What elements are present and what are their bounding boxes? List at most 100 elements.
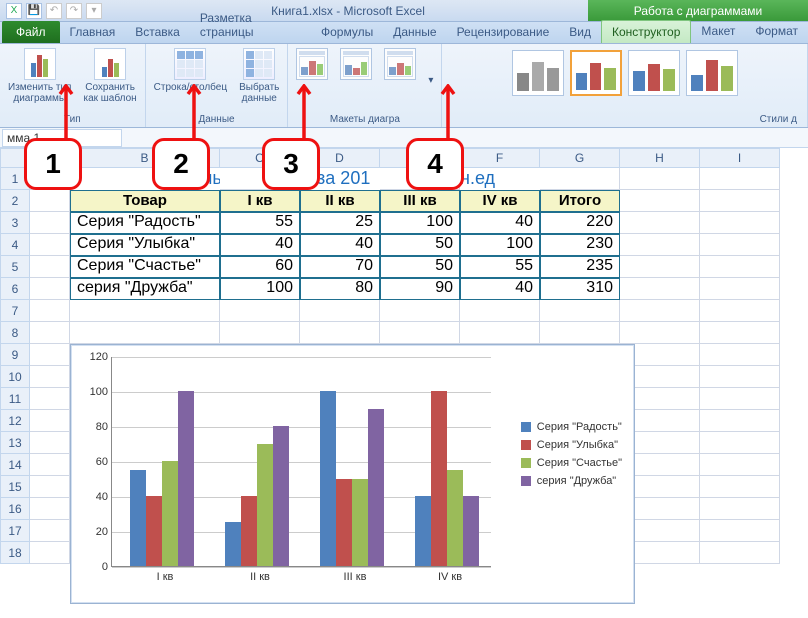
col-header[interactable]: G [540,148,620,168]
cell[interactable] [540,168,620,190]
cell[interactable]: серия "Дружба" [70,278,220,300]
row-header[interactable]: 17 [0,520,30,542]
legend-item[interactable]: серия "Дружба" [521,475,622,487]
cell[interactable] [30,278,70,300]
cell[interactable]: 55 [460,256,540,278]
cell[interactable]: Итого [540,190,620,212]
chart-style-2[interactable] [570,50,622,96]
cell[interactable]: н.ед [460,168,540,190]
chart-bar-group[interactable] [320,391,384,566]
chart-bar[interactable] [273,426,289,566]
chart-bar[interactable] [447,470,463,566]
chart-bar-group[interactable] [415,391,479,566]
cell[interactable]: 40 [460,212,540,234]
cell[interactable] [70,322,220,344]
row-header[interactable]: 4 [0,234,30,256]
cell[interactable] [700,168,780,190]
cell[interactable] [460,322,540,344]
cell[interactable]: 100 [220,278,300,300]
cell[interactable] [700,256,780,278]
chart-bar[interactable] [336,479,352,567]
cell[interactable]: 90 [380,278,460,300]
chart-bar[interactable] [130,470,146,566]
chart-style-3[interactable] [628,50,680,96]
col-header[interactable]: F [460,148,540,168]
cell[interactable] [620,168,700,190]
cell[interactable] [30,476,70,498]
cell[interactable]: 40 [300,234,380,256]
cell[interactable]: Товар [70,190,220,212]
row-header[interactable]: 11 [0,388,30,410]
cell[interactable] [30,432,70,454]
row-header[interactable]: 18 [0,542,30,564]
cell[interactable]: Серия "Счастье" [70,256,220,278]
row-header[interactable]: 13 [0,432,30,454]
tab-insert[interactable]: Вставка [125,21,190,43]
cell[interactable] [460,300,540,322]
chart-style-1[interactable] [512,50,564,96]
cell[interactable] [700,410,780,432]
tab-view[interactable]: Вид [559,21,601,43]
cell[interactable] [380,300,460,322]
col-header[interactable]: I [700,148,780,168]
cell[interactable]: II кв [300,190,380,212]
row-header[interactable]: 2 [0,190,30,212]
legend-item[interactable]: Серия "Счастье" [521,457,622,469]
cell[interactable] [540,300,620,322]
cell[interactable]: 70 [300,256,380,278]
cell[interactable] [700,212,780,234]
cell[interactable] [700,476,780,498]
row-header[interactable]: 5 [0,256,30,278]
cell[interactable]: 80 [300,278,380,300]
chart-bar[interactable] [368,409,384,567]
cell[interactable] [700,498,780,520]
cell[interactable] [620,212,700,234]
cell[interactable] [700,278,780,300]
qat-dropdown-icon[interactable]: ▾ [86,3,102,19]
cell[interactable] [30,542,70,564]
cell[interactable] [30,498,70,520]
chart-bar[interactable] [225,522,241,566]
cell[interactable] [30,366,70,388]
cell[interactable]: 40 [460,278,540,300]
cell[interactable] [30,322,70,344]
cell[interactable] [30,520,70,542]
cell[interactable]: 40 [220,234,300,256]
cell[interactable]: Серия "Улыбка" [70,234,220,256]
cell[interactable] [30,234,70,256]
cell[interactable] [30,344,70,366]
cell[interactable] [30,190,70,212]
row-header[interactable]: 8 [0,322,30,344]
tab-formulas[interactable]: Формулы [311,21,383,43]
cell[interactable] [380,322,460,344]
cell[interactable]: 60 [220,256,300,278]
cell[interactable] [700,344,780,366]
cell[interactable] [220,300,300,322]
cell[interactable] [700,520,780,542]
cell[interactable]: 100 [460,234,540,256]
cell[interactable] [700,190,780,212]
chart-bar[interactable] [162,461,178,566]
cell[interactable] [30,410,70,432]
cell[interactable] [700,300,780,322]
tab-format[interactable]: Формат [745,20,808,43]
undo-icon[interactable]: ↶ [46,3,62,19]
tab-home[interactable]: Главная [60,21,126,43]
chart-bar[interactable] [352,479,368,567]
chart-bar-group[interactable] [130,391,194,566]
cell[interactable] [30,454,70,476]
row-header[interactable]: 10 [0,366,30,388]
chart-layout-2[interactable] [336,46,376,82]
cell[interactable] [30,388,70,410]
tab-design[interactable]: Конструктор [601,20,691,43]
cell[interactable] [620,322,700,344]
chart-bar[interactable] [146,496,162,566]
row-header[interactable]: 14 [0,454,30,476]
cell[interactable] [620,190,700,212]
cell[interactable] [700,322,780,344]
redo-icon[interactable]: ↷ [66,3,82,19]
cell[interactable]: I кв [220,190,300,212]
chart-bar[interactable] [415,496,431,566]
row-header[interactable]: 9 [0,344,30,366]
chart-layout-3[interactable] [380,46,420,82]
